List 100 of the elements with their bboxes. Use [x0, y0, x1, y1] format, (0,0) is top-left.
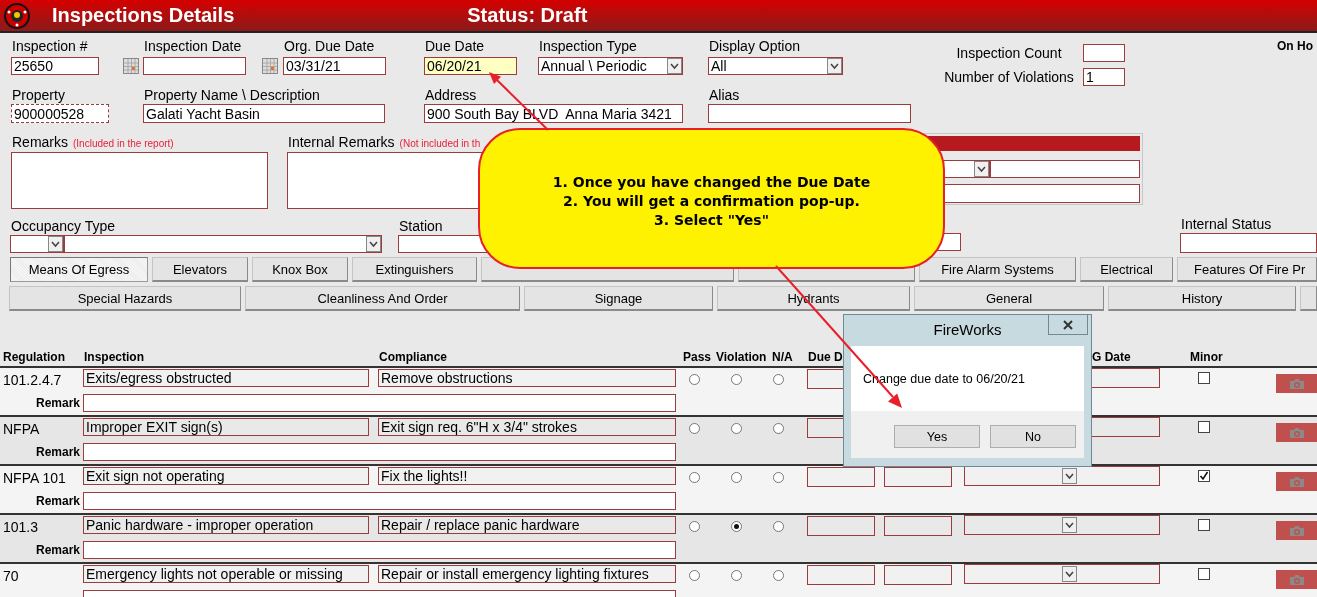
radio-button[interactable]	[730, 472, 742, 483]
instruction-text: 3. Select "Yes"	[654, 211, 769, 230]
radio-button[interactable]	[688, 570, 700, 581]
tab[interactable]	[1300, 286, 1317, 311]
tab[interactable]: Fire Alarm Systems	[919, 257, 1076, 282]
inspection-number-field[interactable]: 25650	[11, 57, 99, 75]
remarks-field[interactable]	[11, 152, 268, 209]
date-field[interactable]	[807, 565, 875, 585]
regulation-text: 101.3	[2, 518, 40, 537]
checkbox[interactable]	[1198, 470, 1210, 482]
input-field[interactable]	[990, 160, 1140, 178]
column-header: Compliance	[379, 349, 447, 364]
count-field[interactable]	[1083, 44, 1125, 62]
tab[interactable]: General	[914, 286, 1104, 311]
close-button[interactable]	[1048, 314, 1088, 335]
instruction-text: 1. Once you have changed the Due Date	[552, 173, 871, 192]
alias-field[interactable]	[708, 104, 911, 123]
tab[interactable]: Extinguishers	[352, 257, 477, 282]
tab[interactable]: Knox Box	[252, 257, 348, 282]
dialog-button[interactable]: Yes	[894, 425, 980, 448]
remark-field[interactable]	[83, 541, 676, 559]
regulation-text: 101.2.4.7	[2, 371, 63, 390]
tab[interactable]: Special Hazards	[9, 286, 241, 311]
date-field[interactable]: 06/20/21	[424, 57, 517, 75]
calendar-icon[interactable]	[123, 58, 139, 74]
camera-icon	[1288, 426, 1305, 439]
caret-icon	[827, 58, 842, 74]
radio-button[interactable]	[730, 570, 742, 581]
date-field[interactable]	[884, 516, 952, 536]
compliance-field[interactable]: Repair / replace panic hardware	[378, 516, 676, 534]
compliance-field[interactable]: Remove obstructions	[378, 369, 676, 387]
inspection-field[interactable]: Exit sign not operating	[83, 467, 369, 485]
tab[interactable]: Signage	[524, 286, 713, 311]
checkbox[interactable]	[1198, 568, 1210, 580]
date-field[interactable]: 03/31/21	[283, 57, 386, 75]
radio-button[interactable]	[688, 472, 700, 483]
dropdown[interactable]: All	[708, 57, 843, 75]
radio-button[interactable]	[773, 374, 784, 385]
tab[interactable]: Features Of Fire Pr	[1177, 257, 1317, 282]
count-field[interactable]: 1	[1083, 68, 1125, 86]
property-field[interactable]: 900000528	[11, 104, 109, 123]
checkbox[interactable]	[1198, 421, 1210, 433]
remark-field[interactable]	[83, 443, 676, 461]
caret-icon	[667, 58, 682, 74]
field-label: Due Date	[424, 38, 486, 55]
dropdown[interactable]: Annual \ Periodic	[538, 57, 683, 75]
inspection-field[interactable]: Emergency lights not operable or missing	[83, 565, 369, 583]
regulation-text: NFPA 101	[2, 469, 67, 488]
name-field[interactable]: Galati Yacht Basin	[143, 104, 385, 123]
close-icon	[1063, 319, 1073, 330]
calendar-icon[interactable]	[262, 58, 278, 74]
field-label: Inspection Date	[143, 38, 243, 55]
instruction-text: 2. You will get a confirmation pop-up.	[563, 192, 860, 211]
date-field[interactable]	[884, 565, 952, 585]
tab[interactable]: Means Of Egress	[10, 257, 148, 282]
date-field[interactable]	[807, 467, 875, 487]
inspection-field[interactable]: Improper EXIT sign(s)	[83, 418, 369, 436]
radio-button[interactable]	[730, 521, 742, 532]
remark-field[interactable]	[83, 394, 676, 412]
checkbox[interactable]	[1198, 372, 1210, 384]
radio-button[interactable]	[730, 423, 742, 434]
tab[interactable]: Electrical	[1080, 257, 1173, 282]
radio-button[interactable]	[773, 570, 784, 581]
date-field[interactable]	[143, 57, 246, 75]
field-label: Inspection Count	[955, 44, 1063, 62]
date-field[interactable]	[884, 467, 952, 487]
status-field[interactable]	[1180, 233, 1317, 253]
page-title: Inspections Details	[52, 4, 235, 27]
radio-button[interactable]	[688, 374, 700, 385]
dropdown[interactable]	[64, 235, 382, 253]
field-label: Internal Remarks	[287, 134, 395, 151]
remark-label: Remark	[35, 542, 81, 559]
caret-icon	[48, 236, 63, 252]
inspection-field[interactable]: Panic hardware - improper operation	[83, 516, 369, 534]
field-label: Number of Violations	[943, 68, 1075, 86]
tab[interactable]: History	[1108, 286, 1296, 311]
checkbox[interactable]	[1198, 519, 1210, 531]
field-label: Inspection #	[11, 38, 89, 55]
radio-button[interactable]	[773, 521, 784, 532]
compliance-field[interactable]: Repair or install emergency lighting fixtures	[378, 565, 676, 583]
remark-field[interactable]	[83, 492, 676, 510]
radio-button[interactable]	[688, 423, 700, 434]
field-label: Inspection Type	[538, 38, 638, 55]
tab[interactable]: Cleanliness And Order	[245, 286, 520, 311]
date-field[interactable]	[807, 516, 875, 536]
column-header: G Date	[1092, 349, 1131, 364]
compliance-field[interactable]: Exit sign req. 6"H x 3/4" strokes	[378, 418, 676, 436]
column-header: Pass	[683, 349, 712, 364]
inspection-field[interactable]: Exits/egress obstructed	[83, 369, 369, 387]
radio-button[interactable]	[730, 374, 742, 385]
compliance-field[interactable]: Fix the lights!!	[378, 467, 676, 485]
radio-button[interactable]	[773, 472, 784, 483]
camera-icon	[1288, 524, 1305, 537]
radio-button[interactable]	[688, 521, 700, 532]
radio-button[interactable]	[773, 423, 784, 434]
tab[interactable]: Elevators	[152, 257, 248, 282]
dropdown[interactable]	[10, 235, 64, 253]
dialog-button[interactable]: No	[990, 425, 1076, 448]
dialog-title: FireWorks	[932, 320, 1003, 340]
field-label: Remarks	[11, 134, 68, 151]
